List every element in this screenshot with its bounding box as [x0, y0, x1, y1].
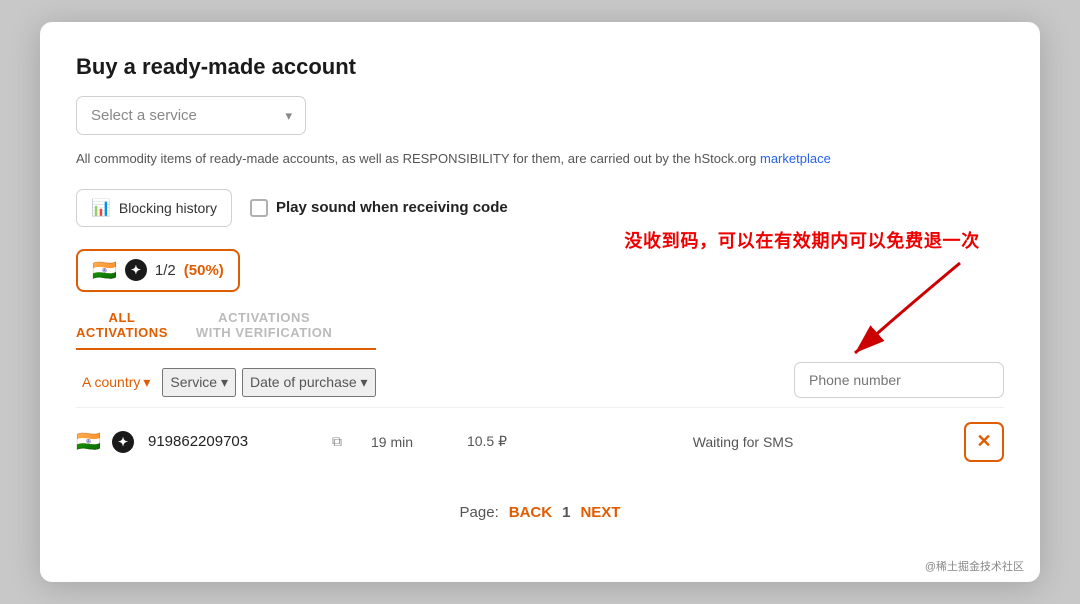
tabs-row: ALLACTIVATIONS ACTIVATIONSWITH VERIFICAT… — [76, 302, 376, 350]
activation-percent: (50%) — [184, 262, 224, 279]
info-text-prefix: All commodity items of ready-made accoun… — [76, 151, 760, 166]
blocking-history-label: Blocking history — [119, 200, 217, 216]
chart-icon: 📊 — [91, 198, 111, 218]
marketplace-link[interactable]: marketplace — [760, 151, 831, 166]
phone-number-input[interactable] — [794, 362, 1004, 398]
page-back-button[interactable]: BACK — [509, 504, 552, 521]
sound-label: Play sound when receiving code — [276, 199, 508, 216]
blocking-history-button[interactable]: 📊 Blocking history — [76, 189, 232, 227]
row-phone: 919862209703 — [148, 433, 328, 450]
row-price: 10.5 ₽ — [442, 433, 532, 450]
phone-number-input-wrapper — [794, 362, 1004, 398]
pagination-label: Page: — [460, 504, 499, 521]
row-service-icon: ✦ — [112, 431, 134, 453]
chevron-down-icon-country: ▾ — [143, 374, 150, 391]
copy-icon[interactable]: ⧉ — [332, 433, 342, 450]
country-filter-button[interactable]: A country ▾ — [76, 370, 156, 395]
annotation-arrow — [800, 253, 980, 363]
page-title: Buy a ready-made account — [76, 54, 1004, 80]
activation-badge: 🇮🇳 ✦ 1/2 (50%) — [76, 249, 240, 292]
india-flag: 🇮🇳 — [92, 258, 117, 283]
annotation-overlay: 没收到码，可以在有效期内可以免费退一次 — [624, 227, 980, 363]
info-text: All commodity items of ready-made accoun… — [76, 149, 1004, 169]
service-select-wrapper: Select a service ▾ — [76, 96, 306, 135]
page-current: 1 — [562, 504, 570, 521]
row-flag: 🇮🇳 — [76, 429, 104, 454]
date-filter-label: Date of purchase — [250, 374, 357, 390]
cancel-button[interactable]: ✕ — [964, 422, 1004, 462]
service-filter-button[interactable]: Service ▾ — [162, 368, 236, 397]
annotation-text: 没收到码，可以在有效期内可以免费退一次 — [624, 227, 980, 253]
pagination: Page: BACK 1 NEXT — [76, 504, 1004, 521]
row-status: Waiting for SMS — [532, 434, 954, 450]
service-select[interactable]: Select a service — [76, 96, 306, 135]
sound-checkbox[interactable] — [250, 199, 268, 217]
page-next-button[interactable]: NEXT — [580, 504, 620, 521]
chevron-down-icon-service: ▾ — [221, 374, 228, 390]
chatgpt-icon: ✦ — [125, 259, 147, 281]
chevron-down-icon-date: ▾ — [361, 374, 368, 390]
country-filter-label: A country — [82, 374, 140, 390]
watermark: @稀土掘金技术社区 — [925, 558, 1024, 574]
tab-all-activations[interactable]: ALLACTIVATIONS — [76, 302, 168, 348]
date-filter-button[interactable]: Date of purchase ▾ — [242, 368, 376, 397]
activation-count: 1/2 — [155, 262, 176, 279]
table-row: 🇮🇳 ✦ 919862209703 ⧉ 19 min 10.5 ₽ Waitin… — [76, 407, 1004, 476]
main-window: Buy a ready-made account Select a servic… — [40, 22, 1040, 582]
row-time: 19 min — [342, 434, 442, 450]
filters-row: A country ▾ Service ▾ Date of purchase ▾ — [76, 368, 1004, 397]
tab-activations-with-verification[interactable]: ACTIVATIONSWITH VERIFICATION — [196, 302, 332, 348]
service-filter-label: Service — [170, 374, 217, 390]
sound-checkbox-wrapper[interactable]: Play sound when receiving code — [250, 199, 508, 217]
toolbar: 📊 Blocking history Play sound when recei… — [76, 189, 1004, 227]
